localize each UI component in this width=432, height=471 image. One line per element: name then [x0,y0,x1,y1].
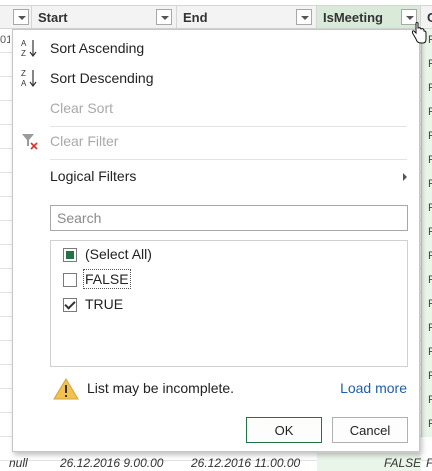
table-row-last: null 26.12.2016 9.00.00 26.12.2016 11.00… [0,453,432,471]
svg-text:A: A [21,39,27,48]
menu-divider [50,159,407,160]
row-left-cell [0,125,10,149]
row-right-cell: F [421,389,432,413]
row-right-cell: F [421,149,432,173]
cell-next: F [426,456,432,470]
row-left-cell [0,77,10,101]
row-left-cell [0,389,10,413]
column-label-next: C [427,10,432,25]
row-left-cell [0,149,10,173]
sort-descending-icon: Z A [21,69,37,88]
sort-ascending-item[interactable]: A Z Sort Ascending [13,36,419,60]
row-right-cell: F [421,269,432,293]
row-right-cell: F [421,197,432,221]
row-left-cell [0,173,10,197]
row-left-cell [0,413,10,437]
column-header-end[interactable]: End [177,6,317,28]
row-left-cell [0,365,10,389]
row-right-cell: F [421,245,432,269]
cell-end: 26.12.2016 11.00.00 [191,456,301,470]
checkbox-true[interactable] [63,298,77,312]
menu-divider [50,126,407,127]
cell-col0: null [9,456,28,470]
row-right-cell: F [421,53,432,77]
clear-sort-label: Clear Sort [50,100,114,116]
svg-text:Z: Z [21,49,26,58]
row-left-cell [0,53,10,77]
row-right-cell: F [421,221,432,245]
column-label-end: End [183,10,208,25]
row-left-cell [0,293,10,317]
row-right-cell: F [421,125,432,149]
cancel-button[interactable]: Cancel [332,417,408,443]
option-label: FALSE [83,269,131,289]
row-right-cell: F [421,101,432,125]
clear-filter-item[interactable]: Clear Filter [13,129,419,153]
hand-cursor-icon [411,22,427,44]
column-header-row: Start End IsMeeting C [0,5,432,29]
column-header-0[interactable] [0,6,32,28]
checkbox-false[interactable] [63,273,77,287]
column-filter-dropdown-start[interactable] [156,9,172,25]
row-right-cell: F [421,365,432,389]
row-left-cell: 01 [0,34,10,46]
svg-text:Z: Z [21,69,26,78]
logical-filters-item[interactable]: Logical Filters [13,164,419,188]
filter-values-list[interactable]: (Select All) FALSE TRUE [50,240,408,367]
option-label: TRUE [85,296,124,312]
ok-button[interactable]: OK [246,417,322,443]
column-filter-dropdown-end[interactable] [296,9,312,25]
row-right-cell: F [421,317,432,341]
option-label: (Select All) [85,246,152,262]
load-more-link[interactable]: Load more [340,380,407,396]
row-left-cell [0,221,10,245]
row-right-cell: F [421,413,432,437]
submenu-arrow-icon [403,173,407,181]
clear-sort-item[interactable]: Clear Sort [13,96,419,120]
search-field[interactable] [50,205,408,231]
row-right-cell: F [421,341,432,365]
sort-descending-label: Sort Descending [50,70,154,86]
warning-icon [53,378,79,400]
column-filter-panel: A Z Sort Ascending Z A Sort Descending C… [12,29,420,452]
incomplete-list-warning: List may be incomplete. [87,380,235,396]
cell-ismeeting: FALSE [384,456,422,470]
column-label-ismeeting: IsMeeting [323,10,383,25]
column-header-ismeeting[interactable]: IsMeeting [317,6,421,28]
checkbox-select-all[interactable] [63,248,77,262]
row-left-cell [0,197,10,221]
cell-start: 26.12.2016 9.00.00 [60,456,164,470]
sort-ascending-label: Sort Ascending [50,40,145,56]
row-right-cell: F [421,173,432,197]
svg-text:A: A [21,79,27,88]
column-filter-dropdown-0[interactable] [13,9,29,25]
search-input[interactable] [51,206,407,230]
row-left-cell [0,101,10,125]
clear-filter-label: Clear Filter [50,133,119,149]
logical-filters-label: Logical Filters [50,168,137,184]
row-left-cell [0,317,10,341]
sort-ascending-icon: A Z [21,39,37,58]
clear-filter-icon [22,134,38,150]
row-right-cell: F [421,293,432,317]
row-right-cell: F [421,77,432,101]
column-label-start: Start [38,10,68,25]
sort-descending-item[interactable]: Z A Sort Descending [13,66,419,90]
row-left-cell [0,269,10,293]
row-left-cell [0,245,10,269]
column-header-start[interactable]: Start [32,6,177,28]
row-left-cell [0,341,10,365]
